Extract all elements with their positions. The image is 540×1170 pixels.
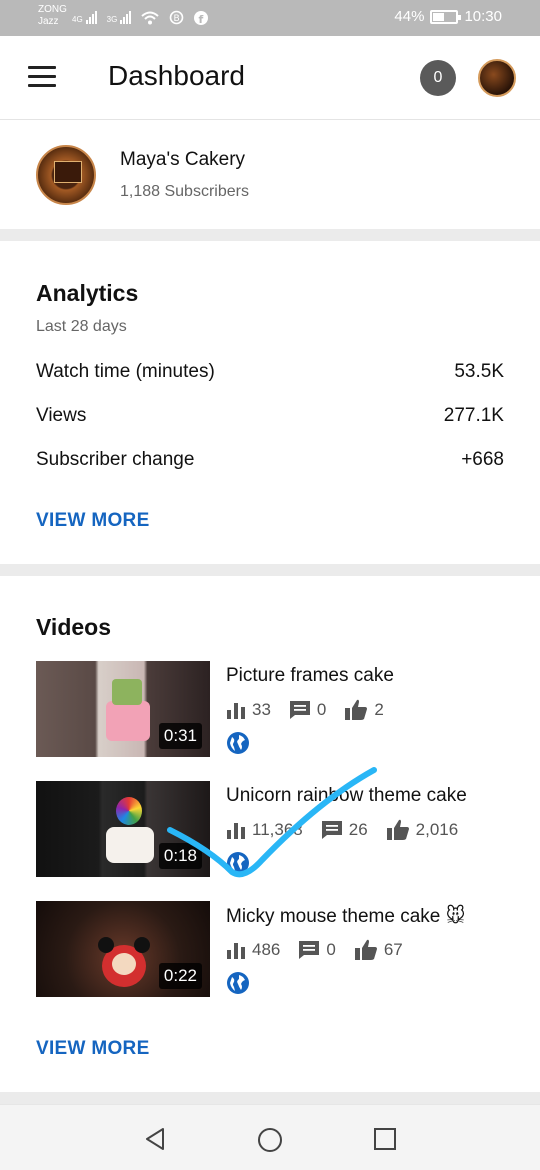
metric-value: 277.1K xyxy=(443,405,504,426)
views-stat: 11,368 xyxy=(226,820,303,840)
status-bar: ZONG Jazz 4G 3G B f 44% 10:30 xyxy=(0,0,540,36)
views-stat: 486 xyxy=(226,940,280,960)
video-duration: 0:18 xyxy=(158,843,202,869)
video-stats: 486 0 67 xyxy=(226,939,421,961)
comments-count: 26 xyxy=(348,820,368,839)
analytics-period: Last 28 days xyxy=(36,318,127,335)
video-thumbnail[interactable]: 0:31 xyxy=(36,661,210,757)
video-item[interactable]: 0:31 Picture frames cake 33 0 2 xyxy=(36,661,510,757)
carrier-name-1: ZONG xyxy=(38,4,67,15)
comments-count: 0 xyxy=(326,940,336,959)
bar-chart-icon xyxy=(227,703,245,719)
comment-icon xyxy=(289,701,310,719)
facebook-icon: f xyxy=(194,10,209,25)
thumbs-up-icon xyxy=(345,699,368,720)
analytics-title: Analytics xyxy=(36,280,139,306)
analytics-row: Subscriber change +668 xyxy=(36,449,504,471)
menu-icon[interactable] xyxy=(28,66,56,88)
analytics-row: Views 277.1K xyxy=(36,405,504,427)
video-duration: 0:22 xyxy=(158,963,202,989)
globe-icon xyxy=(227,852,249,874)
video-item[interactable]: 0:18 Unicorn rainbow theme cake 11,368 2… xyxy=(36,781,510,877)
video-title: Picture frames cake xyxy=(226,665,394,686)
network-type-2: 3G xyxy=(106,15,118,24)
clock: 10:30 xyxy=(464,8,502,25)
video-thumbnail[interactable]: 0:22 xyxy=(36,901,210,997)
system-nav-bar xyxy=(0,1104,540,1170)
section-divider xyxy=(0,229,540,241)
videos-title: Videos xyxy=(36,614,111,640)
likes-count: 2 xyxy=(374,700,384,719)
bar-chart-icon xyxy=(227,943,245,959)
battery-percent: 44% xyxy=(394,8,425,25)
account-avatar[interactable] xyxy=(478,59,516,97)
notification-badge[interactable]: 0 xyxy=(420,60,456,96)
page-title: Dashboard xyxy=(108,60,245,91)
battery-icon xyxy=(430,9,462,24)
svg-text:B: B xyxy=(174,14,180,24)
views-stat: 33 xyxy=(226,700,271,720)
views-count: 11,368 xyxy=(252,820,303,839)
svg-text:f: f xyxy=(199,13,204,25)
video-title: Micky mouse theme cake 🐭 xyxy=(226,906,466,927)
likes-count: 67 xyxy=(383,940,403,959)
globe-icon xyxy=(227,732,249,754)
channel-avatar xyxy=(36,145,96,205)
videos-view-more-button[interactable]: VIEW MORE xyxy=(36,1038,150,1060)
video-duration: 0:31 xyxy=(158,723,202,749)
likes-stat: 2,016 xyxy=(386,819,459,841)
thumbs-up-icon xyxy=(354,939,377,960)
status-right: 44% 10:30 xyxy=(394,8,502,25)
metric-value: +668 xyxy=(461,449,504,470)
metric-value: 53.5K xyxy=(454,361,504,382)
recents-icon[interactable] xyxy=(373,1127,397,1151)
thumbs-up-icon xyxy=(386,819,409,840)
carrier-name-2: Jazz xyxy=(38,16,59,27)
signal-icon: 4G xyxy=(72,11,97,24)
comment-icon xyxy=(321,821,342,839)
comment-icon xyxy=(299,941,320,959)
comments-stat: 26 xyxy=(321,820,368,840)
comments-stat: 0 xyxy=(289,700,326,720)
bar-chart-icon xyxy=(227,823,245,839)
video-item[interactable]: 0:22 Micky mouse theme cake 🐭 486 0 67 xyxy=(36,901,510,997)
globe-icon xyxy=(227,972,249,994)
metric-label: Views xyxy=(36,405,87,426)
channel-name: Maya's Cakery xyxy=(120,149,246,170)
carrier-info: ZONG Jazz xyxy=(38,4,67,28)
home-icon[interactable] xyxy=(257,1127,283,1153)
metric-label: Watch time (minutes) xyxy=(36,361,215,382)
analytics-row: Watch time (minutes) 53.5K xyxy=(36,361,504,383)
video-stats: 33 0 2 xyxy=(226,699,402,721)
likes-stat: 2 xyxy=(344,699,384,721)
video-title: Unicorn rainbow theme cake xyxy=(226,785,467,806)
likes-stat: 67 xyxy=(354,939,403,961)
data-saver-icon: B xyxy=(170,10,184,25)
app-bar: Dashboard 0 xyxy=(0,36,540,120)
views-count: 486 xyxy=(252,940,281,959)
comments-count: 0 xyxy=(316,700,327,719)
section-divider xyxy=(0,564,540,576)
metric-label: Subscriber change xyxy=(36,449,195,470)
comments-stat: 0 xyxy=(298,940,336,960)
analytics-view-more-button[interactable]: VIEW MORE xyxy=(36,510,150,532)
views-count: 33 xyxy=(252,700,271,719)
video-thumbnail[interactable]: 0:18 xyxy=(36,781,210,877)
network-type-1: 4G xyxy=(72,15,83,24)
signal-indicators: 4G 3G B f xyxy=(72,10,209,25)
back-icon[interactable] xyxy=(143,1127,167,1151)
signal-icon: 3G xyxy=(107,11,132,24)
section-divider xyxy=(0,1092,540,1104)
channel-header[interactable]: Maya's Cakery 1,188 Subscribers xyxy=(0,121,540,229)
likes-count: 2,016 xyxy=(415,820,459,839)
wifi-icon xyxy=(141,11,160,24)
video-stats: 11,368 26 2,016 xyxy=(226,819,476,841)
subscriber-count: 1,188 Subscribers xyxy=(120,183,249,200)
